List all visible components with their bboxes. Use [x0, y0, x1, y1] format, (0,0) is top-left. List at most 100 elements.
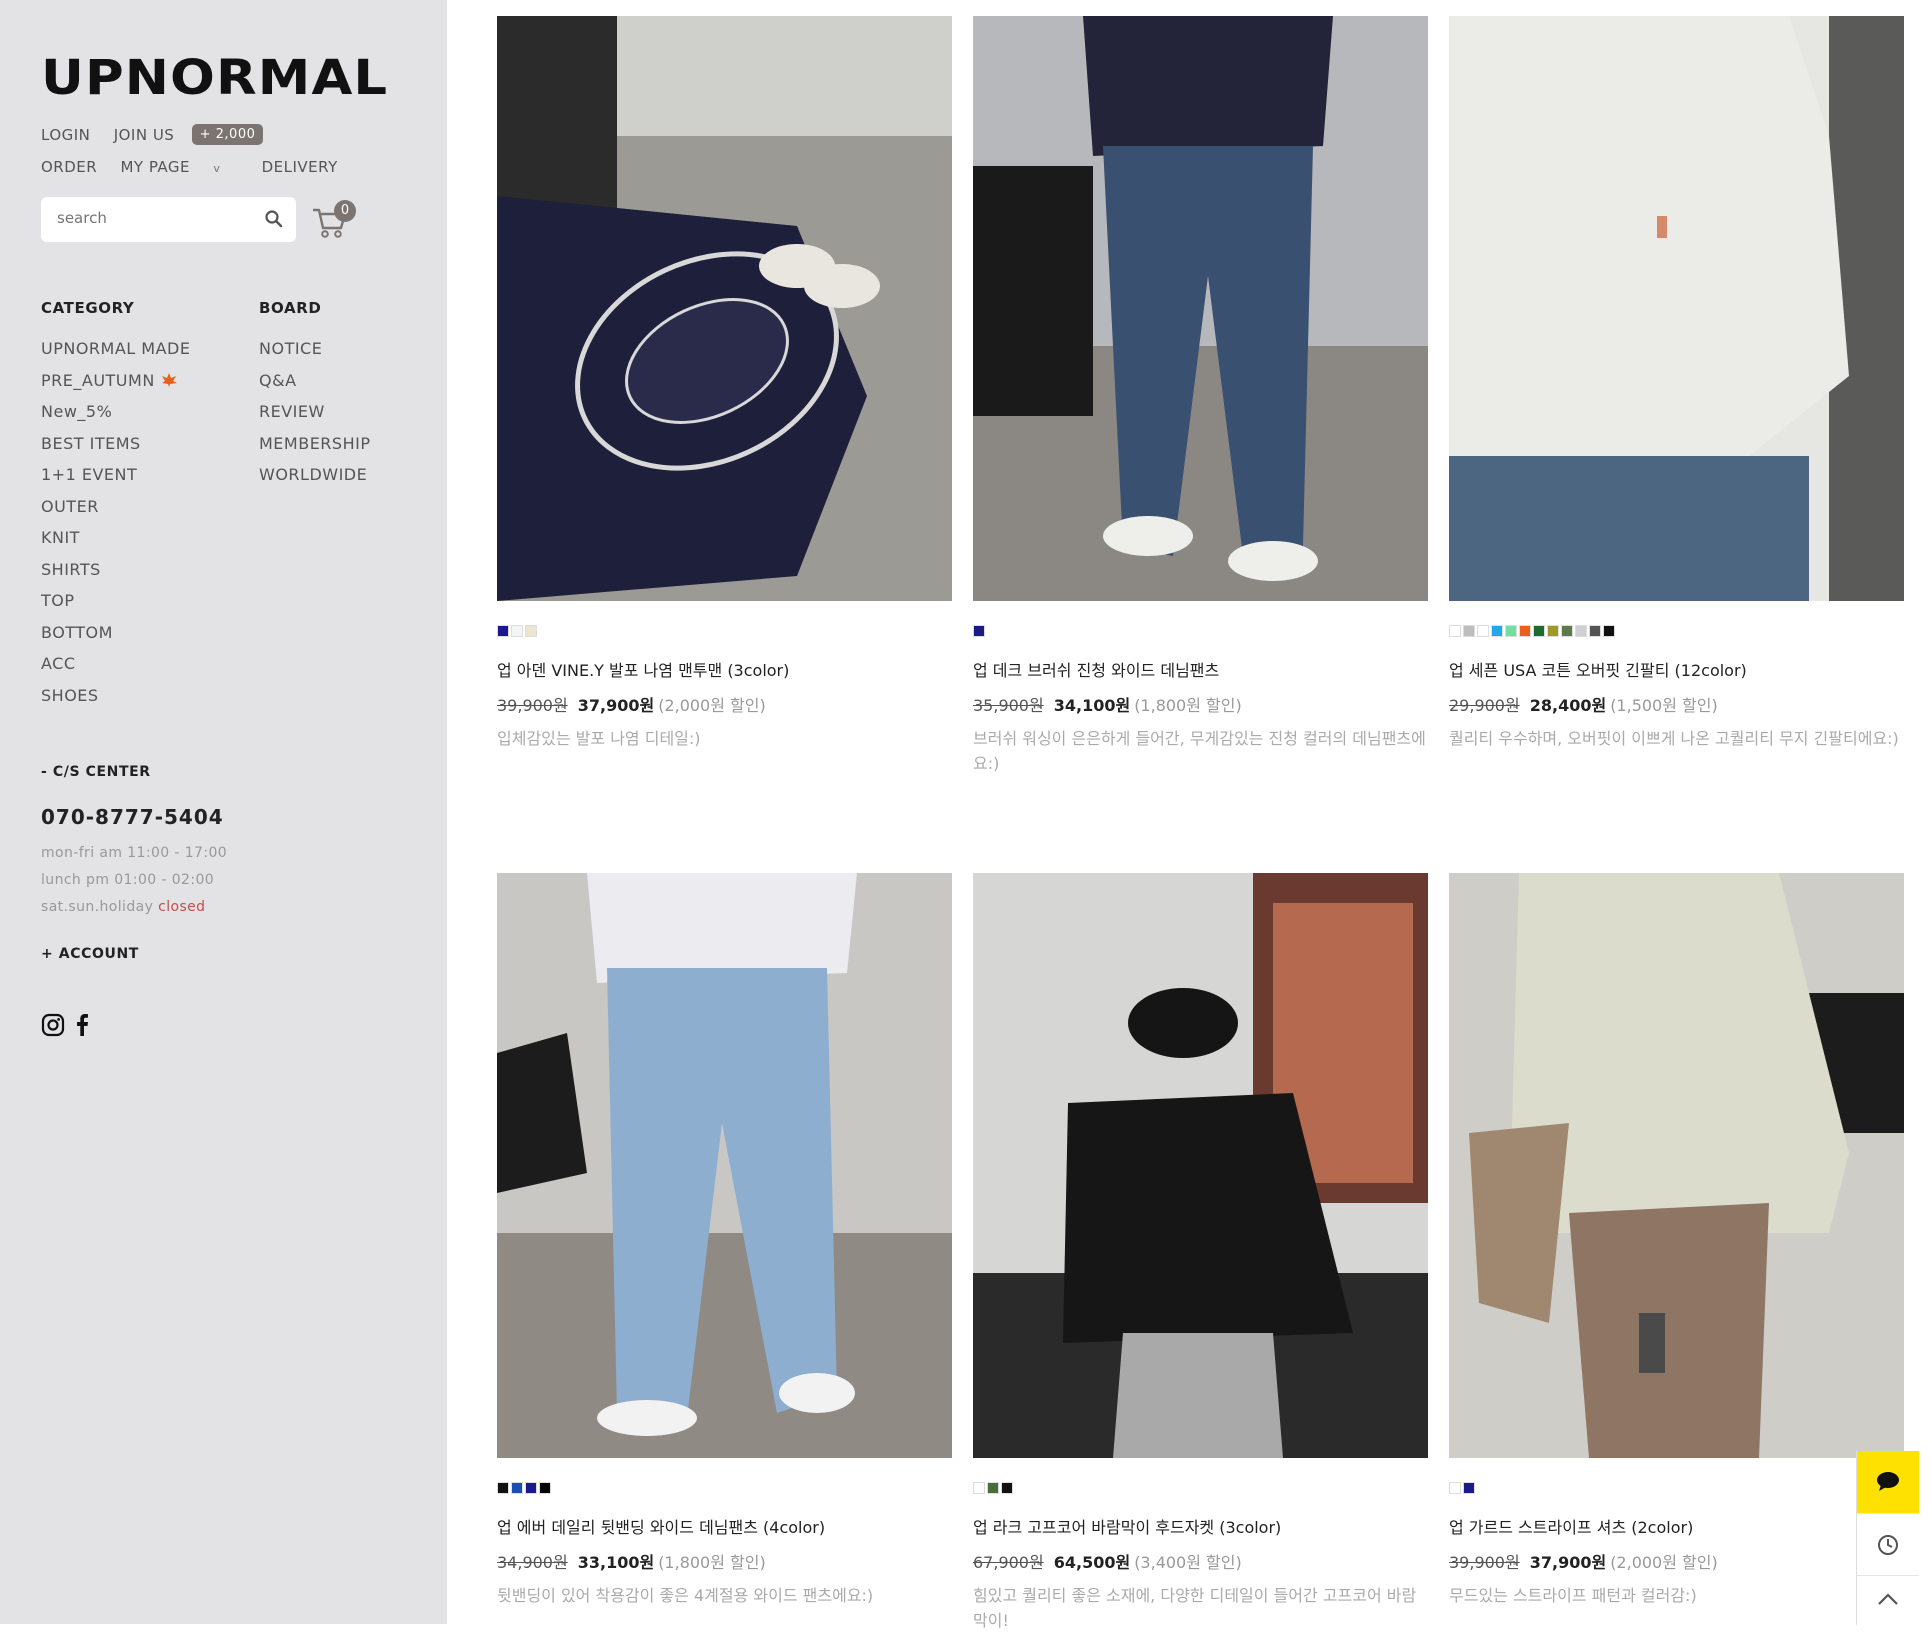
product-card[interactable]: 업 데크 브러쉬 진청 와이드 데님팬츠 35,900원 34,100원 (1,80…: [973, 16, 1428, 776]
mypage-label: MY PAGE: [120, 158, 191, 176]
product-description: 퀄리티 우수하며, 오버핏이 이쁘게 나온 고퀄리티 무지 긴팔티에요:): [1449, 729, 1899, 748]
color-swatch: [1561, 625, 1573, 637]
chat-icon: [1877, 1472, 1899, 1491]
product-image[interactable]: [497, 16, 952, 601]
account-links: LOGIN JOIN US + 2,000: [41, 124, 281, 147]
sale-price: 37,900원: [577, 696, 655, 715]
color-swatch: [987, 1482, 999, 1494]
mypage-link[interactable]: MY PAGE v: [120, 158, 238, 176]
color-swatch: [1575, 625, 1587, 637]
discount-amount: (1,500원 할인): [1610, 696, 1718, 715]
facebook-icon[interactable]: [74, 1013, 90, 1037]
color-swatch: [1449, 1482, 1461, 1494]
maple-leaf-icon: [162, 372, 178, 387]
search-input[interactable]: [55, 208, 249, 228]
product-name[interactable]: 업 세픈 USA 코튼 오버핏 긴팔티 (12color): [1449, 657, 1904, 681]
product-name[interactable]: 업 라크 고프코어 바람막이 후드자켓 (3color): [973, 1514, 1428, 1538]
product-name[interactable]: 업 데크 브러쉬 진청 와이드 데님팬츠: [973, 657, 1428, 681]
color-swatch: [525, 625, 537, 637]
search-icon[interactable]: [264, 209, 284, 229]
original-price: 39,900원: [497, 696, 568, 715]
social-links: [41, 1013, 90, 1041]
color-swatch: [511, 625, 523, 637]
color-swatch: [511, 1482, 523, 1494]
instagram-icon[interactable]: [41, 1013, 65, 1037]
color-swatch: [1533, 625, 1545, 637]
product-image[interactable]: [497, 873, 952, 1458]
join-points-badge: + 2,000: [191, 124, 264, 145]
category-item[interactable]: UPNORMAL MADE: [41, 339, 190, 371]
product-price: 34,900원 33,100원 (1,800원 할인): [497, 1549, 952, 1573]
product-price: 35,900원 34,100원 (1,800원 할인): [973, 692, 1428, 716]
category-item-label: PRE_AUTUMN: [41, 370, 155, 390]
join-link[interactable]: JOIN US: [114, 126, 175, 144]
board-item[interactable]: NOTICE: [259, 339, 370, 371]
login-link[interactable]: LOGIN: [41, 126, 90, 144]
product-price: 29,900원 28,400원 (1,500원 할인): [1449, 692, 1904, 716]
product-name[interactable]: 업 가르드 스트라이프 셔츠 (2color): [1449, 1514, 1904, 1538]
category-menu: UPNORMAL MADE PRE_AUTUMN New_5% BEST ITE…: [41, 339, 190, 717]
category-item[interactable]: SHIRTS: [41, 560, 190, 592]
category-item[interactable]: New_5%: [41, 402, 190, 434]
product-image[interactable]: [973, 16, 1428, 601]
product-description: 뒷밴딩이 있어 착용감이 좋은 4계절용 와이드 팬츠에요:): [497, 1586, 874, 1605]
color-swatch: [1001, 1482, 1013, 1494]
product-name[interactable]: 업 에버 데일리 뒷밴딩 와이드 데님팬츠 (4color): [497, 1514, 952, 1538]
category-item[interactable]: KNIT: [41, 528, 190, 560]
product-image[interactable]: [973, 873, 1428, 1458]
color-swatches: [973, 1482, 1428, 1494]
cs-center-title: - C/S CENTER: [41, 764, 151, 780]
category-item[interactable]: ACC: [41, 654, 190, 686]
product-card[interactable]: 업 라크 고프코어 바람막이 후드자켓 (3color) 67,900원 64,5…: [973, 873, 1428, 1633]
product-image[interactable]: [1449, 873, 1904, 1458]
color-swatches: [497, 625, 952, 637]
product-image[interactable]: [1449, 16, 1904, 601]
board-item[interactable]: MEMBERSHIP: [259, 434, 370, 466]
chat-button[interactable]: [1856, 1451, 1919, 1513]
sale-price: 28,400원: [1529, 696, 1607, 715]
board-item[interactable]: Q&A: [259, 371, 370, 403]
cs-hours: mon-fri am 11:00 - 17:00: [41, 845, 228, 861]
product-card[interactable]: 업 아덴 VINE.Y 발포 나염 맨투맨 (3color) 39,900원 37…: [497, 16, 952, 751]
category-item[interactable]: BOTTOM: [41, 623, 190, 655]
discount-amount: (1,800원 할인): [1134, 696, 1242, 715]
category-item[interactable]: OUTER: [41, 497, 190, 529]
color-swatch: [1463, 1482, 1475, 1494]
board-item[interactable]: REVIEW: [259, 402, 370, 434]
order-link[interactable]: ORDER: [41, 158, 97, 176]
sale-price: 33,100원: [577, 1553, 655, 1572]
product-price: 39,900원 37,900원 (2,000원 할인): [1449, 1549, 1904, 1573]
product-card[interactable]: 업 에버 데일리 뒷밴딩 와이드 데님팬츠 (4color) 34,900원 33…: [497, 873, 952, 1608]
color-swatch: [497, 625, 509, 637]
category-item[interactable]: PRE_AUTUMN: [41, 371, 190, 403]
category-item[interactable]: BEST ITEMS: [41, 434, 190, 466]
discount-amount: (2,000원 할인): [1610, 1553, 1718, 1572]
board-item[interactable]: WORLDWIDE: [259, 465, 370, 497]
delivery-link[interactable]: DELIVERY: [262, 158, 338, 176]
product-card[interactable]: 업 가르드 스트라이프 셔츠 (2color) 39,900원 37,900원 (2…: [1449, 873, 1904, 1608]
sale-price: 37,900원: [1529, 1553, 1607, 1572]
category-item[interactable]: 1+1 EVENT: [41, 465, 190, 497]
product-card[interactable]: 업 세픈 USA 코튼 오버핏 긴팔티 (12color) 29,900원 28,…: [1449, 16, 1904, 751]
original-price: 67,900원: [973, 1553, 1044, 1572]
brand-logo[interactable]: UPNORMAL: [41, 50, 388, 106]
color-swatch: [1519, 625, 1531, 637]
color-swatches: [1449, 1482, 1904, 1494]
clock-icon: [1878, 1535, 1898, 1555]
color-swatch: [1449, 625, 1461, 637]
board-menu: NOTICE Q&A REVIEW MEMBERSHIP WORLDWIDE: [259, 339, 370, 497]
category-item[interactable]: TOP: [41, 591, 190, 623]
product-name[interactable]: 업 아덴 VINE.Y 발포 나염 맨투맨 (3color): [497, 657, 952, 681]
search-box: [41, 197, 296, 242]
sale-price: 34,100원: [1053, 696, 1131, 715]
category-item[interactable]: SHOES: [41, 686, 190, 718]
product-description: 힘있고 퀄리티 좋은 소재에, 다양한 디테일이 들어간 고프코어 바람막이!: [973, 1586, 1417, 1630]
original-price: 29,900원: [1449, 696, 1520, 715]
cs-phone: 070-8777-5404: [41, 805, 224, 829]
scroll-top-button[interactable]: [1856, 1575, 1919, 1625]
color-swatch: [1547, 625, 1559, 637]
recent-view-button[interactable]: [1856, 1513, 1919, 1576]
color-swatches: [1449, 625, 1904, 637]
color-swatch: [973, 625, 985, 637]
account-toggle[interactable]: + ACCOUNT: [41, 946, 139, 962]
